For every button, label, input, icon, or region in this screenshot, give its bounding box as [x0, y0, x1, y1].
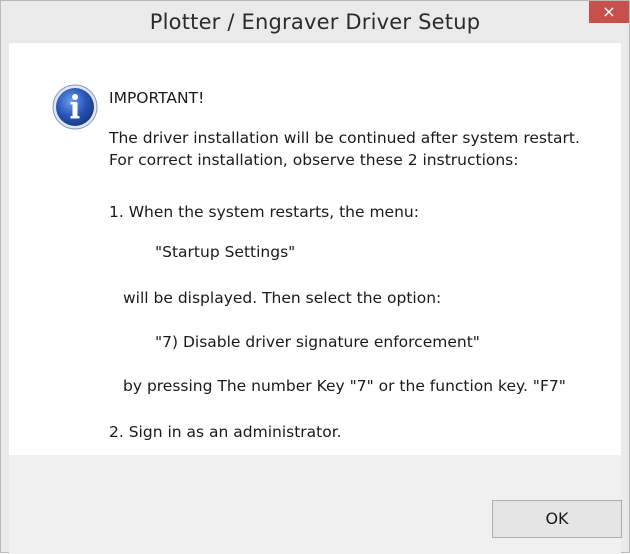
instruction-step-1: 1. When the system restarts, the menu:: [109, 203, 419, 221]
message-line-2: For correct installation, observe these …: [109, 151, 519, 169]
option-name: "7) Disable driver signature enforcement…: [155, 333, 480, 351]
menu-name: "Startup Settings": [155, 243, 296, 261]
message-line-1: The driver installation will be continue…: [109, 129, 580, 147]
button-bar: OK: [9, 455, 622, 554]
info-icon: [52, 84, 98, 130]
instruction-step-2: 2. Sign in as an administrator.: [109, 423, 342, 441]
window-title: Plotter / Engraver Driver Setup: [149, 10, 481, 34]
then-select-text: will be displayed. Then select the optio…: [123, 289, 442, 307]
dialog-window: Plotter / Engraver Driver Setup × IMPORT…: [0, 0, 630, 554]
close-button[interactable]: ×: [589, 1, 629, 23]
message-area: IMPORTANT! The driver installation will …: [9, 43, 621, 455]
key-instruction: by pressing The number Key "7" or the fu…: [123, 377, 566, 395]
title-bar[interactable]: Plotter / Engraver Driver Setup ×: [1, 1, 629, 43]
ok-button[interactable]: OK: [492, 500, 622, 538]
dialog-body: IMPORTANT! The driver installation will …: [9, 43, 622, 554]
message-heading: IMPORTANT!: [109, 89, 205, 107]
